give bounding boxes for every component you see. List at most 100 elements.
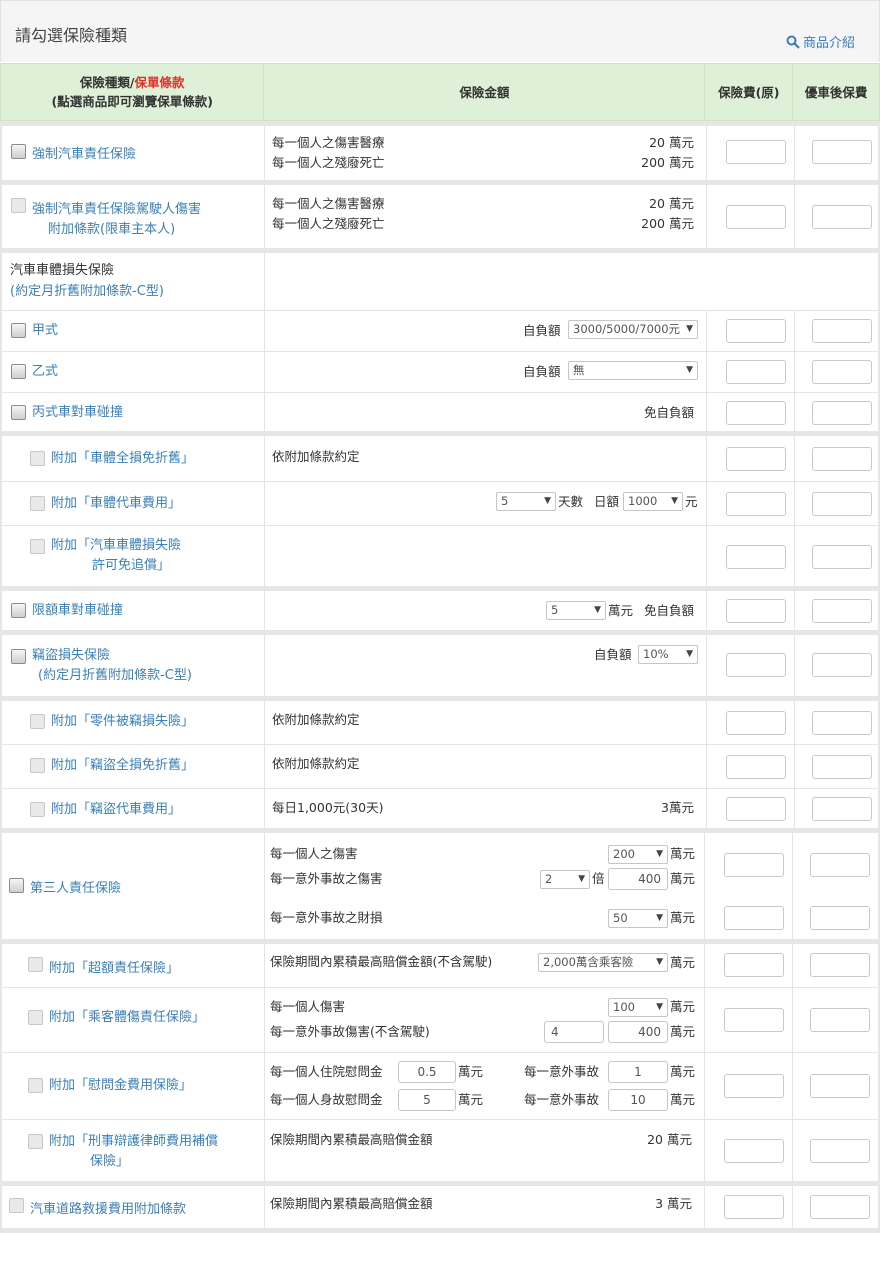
discount-input[interactable]	[810, 1008, 870, 1032]
rental-daily-select[interactable]: 1000 ▼	[623, 492, 683, 511]
third-party-person-select[interactable]: 200 ▼	[608, 845, 668, 864]
discount-input[interactable]	[812, 140, 872, 164]
label-addon-rental[interactable]: 附加「車體代車費用」	[51, 494, 181, 514]
premium-input[interactable]	[726, 205, 786, 229]
label-theft-sub[interactable]: (約定月折舊附加條款-C型)	[38, 666, 192, 686]
limited-amount-select[interactable]: 5 ▼	[546, 601, 606, 620]
third-party-multiplier-select[interactable]: 2 ▼	[540, 870, 590, 889]
discount-input[interactable]	[812, 653, 872, 677]
label-legal-sub[interactable]: 保險」	[90, 1152, 129, 1172]
premium-input[interactable]	[726, 360, 786, 384]
checkbox-addon-rental[interactable]	[30, 496, 45, 511]
label-addon-theft-full[interactable]: 附加「竊盜全損免折舊」	[51, 756, 194, 776]
label-type-c[interactable]: 丙式車對車碰撞	[32, 403, 123, 423]
checkbox-excess[interactable]	[28, 957, 43, 972]
label-roadside[interactable]: 汽車道路救援費用附加條款	[30, 1200, 186, 1220]
discount-input[interactable]	[812, 205, 872, 229]
checkbox-addon-theft-rental[interactable]	[30, 802, 45, 817]
label-type-a[interactable]: 甲式	[32, 321, 58, 341]
checkbox-roadside[interactable]	[9, 1198, 24, 1213]
label-excess[interactable]: 附加「超額責任保險」	[49, 959, 179, 979]
checkbox-consolation[interactable]	[28, 1078, 43, 1093]
checkbox-type-a[interactable]	[11, 323, 26, 338]
checkbox-limited-collision[interactable]	[11, 603, 26, 618]
discount-input[interactable]	[810, 1139, 870, 1163]
product-intro-label[interactable]: 商品介紹	[803, 32, 855, 51]
passenger-count-input[interactable]: 4	[544, 1021, 604, 1043]
label-type-b[interactable]: 乙式	[32, 362, 58, 382]
premium-input[interactable]	[724, 1195, 784, 1219]
rental-days-select[interactable]: 5 ▼	[496, 492, 556, 511]
premium-input[interactable]	[726, 140, 786, 164]
discount-input[interactable]	[810, 953, 870, 977]
premium-input[interactable]	[724, 853, 784, 877]
death-consolation-input[interactable]: 5	[398, 1089, 456, 1111]
premium-input[interactable]	[726, 447, 786, 471]
premium-input[interactable]	[726, 492, 786, 516]
premium-input[interactable]	[724, 953, 784, 977]
label-compulsory[interactable]: 強制汽車責任保險	[32, 145, 136, 165]
discount-input[interactable]	[812, 319, 872, 343]
premium-input[interactable]	[724, 1074, 784, 1098]
discount-input[interactable]	[812, 492, 872, 516]
label-consolation[interactable]: 附加「慰問金費用保險」	[49, 1076, 192, 1096]
label-addon-theft-rental[interactable]: 附加「竊盜代車費用」	[51, 800, 181, 820]
premium-input[interactable]	[724, 1139, 784, 1163]
passenger-accident-input[interactable]: 400	[608, 1021, 668, 1043]
discount-input[interactable]	[812, 755, 872, 779]
hospital-consolation-input[interactable]: 0.5	[398, 1061, 456, 1083]
excess-amount-select[interactable]: 2,000萬含乘客險 ▼	[538, 953, 668, 972]
label-limited-collision[interactable]: 限額車對車碰撞	[32, 601, 123, 621]
label-passenger[interactable]: 附加「乘客體傷責任保險」	[49, 1008, 205, 1028]
premium-input[interactable]	[724, 906, 784, 930]
discount-input[interactable]	[812, 797, 872, 821]
discount-input[interactable]	[812, 545, 872, 569]
label-addon-waiver[interactable]: 附加「汽車車體損失險	[51, 536, 181, 556]
discount-input[interactable]	[812, 360, 872, 384]
checkbox-theft[interactable]	[11, 649, 26, 664]
checkbox-addon-parts[interactable]	[30, 714, 45, 729]
deductible-select-type-a[interactable]: 3000/5000/7000元 ▼	[568, 320, 698, 339]
premium-input[interactable]	[724, 1008, 784, 1032]
passenger-person-select[interactable]: 100 ▼	[608, 998, 668, 1017]
discount-input[interactable]	[810, 1195, 870, 1219]
discount-input[interactable]	[810, 853, 870, 877]
premium-input[interactable]	[726, 653, 786, 677]
discount-input[interactable]	[810, 1074, 870, 1098]
premium-input[interactable]	[726, 599, 786, 623]
theft-deductible-select[interactable]: 10% ▼	[638, 645, 698, 664]
label-driver-injury[interactable]: 強制汽車責任保險駕駛人傷害	[32, 200, 201, 220]
discount-input[interactable]	[810, 906, 870, 930]
third-party-property-select[interactable]: 50 ▼	[608, 909, 668, 928]
premium-input[interactable]	[726, 711, 786, 735]
checkbox-third-party[interactable]	[9, 878, 24, 893]
checkbox-addon-waiver[interactable]	[30, 539, 45, 554]
premium-input[interactable]	[726, 545, 786, 569]
checkbox-type-c[interactable]	[11, 405, 26, 420]
premium-input[interactable]	[726, 401, 786, 425]
checkbox-addon-full-loss[interactable]	[30, 451, 45, 466]
accident-death-input[interactable]: 10	[608, 1089, 668, 1111]
label-theft[interactable]: 竊盜損失保險	[32, 646, 110, 666]
deductible-select-type-b[interactable]: 無 ▼	[568, 361, 698, 380]
label-addon-parts[interactable]: 附加「零件被竊損失險」	[51, 712, 194, 732]
discount-input[interactable]	[812, 401, 872, 425]
label-third-party[interactable]: 第三人責任保險	[30, 879, 121, 899]
premium-input[interactable]	[726, 797, 786, 821]
checkbox-addon-theft-full[interactable]	[30, 758, 45, 773]
label-addon-waiver-sub[interactable]: 許可免追償」	[92, 556, 170, 576]
checkbox-passenger[interactable]	[28, 1010, 43, 1025]
discount-input[interactable]	[812, 447, 872, 471]
label-addon-full-loss[interactable]: 附加「車體全損免折舊」	[51, 449, 194, 469]
checkbox-legal[interactable]	[28, 1134, 43, 1149]
product-intro-link[interactable]: 商品介紹	[786, 32, 855, 51]
accident-hospital-input[interactable]: 1	[608, 1061, 668, 1083]
checkbox-type-b[interactable]	[11, 364, 26, 379]
third-party-accident-input[interactable]: 400	[608, 868, 668, 890]
checkbox-compulsory[interactable]	[11, 144, 26, 159]
discount-input[interactable]	[812, 599, 872, 623]
label-legal[interactable]: 附加「刑事辯護律師費用補償	[49, 1132, 218, 1152]
premium-input[interactable]	[726, 319, 786, 343]
premium-input[interactable]	[726, 755, 786, 779]
label-driver-injury-sub[interactable]: 附加條款(限車主本人)	[48, 220, 175, 240]
